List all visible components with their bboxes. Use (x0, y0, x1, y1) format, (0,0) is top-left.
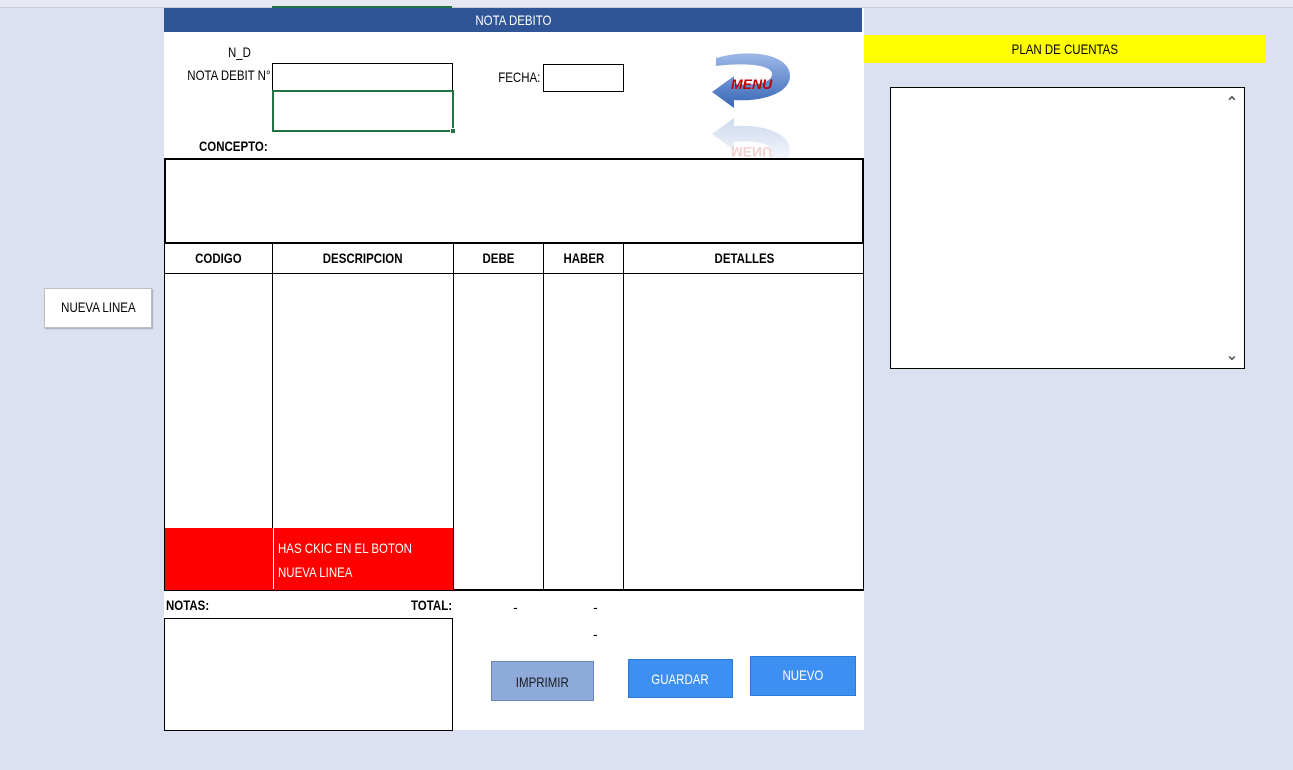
grid-col-separator (453, 244, 454, 590)
nota-debit-number-input[interactable] (272, 63, 453, 91)
plan-de-cuentas-listbox[interactable] (890, 87, 1245, 369)
selected-cell[interactable] (272, 90, 454, 132)
notas-input[interactable] (164, 618, 453, 731)
nota-debit-label: NOTA DEBIT N° (187, 67, 271, 83)
nueva-linea-button[interactable]: NUEVA LINEA (44, 288, 152, 328)
plan-de-cuentas-title: PLAN DE CUENTAS (1011, 41, 1119, 57)
concepto-input[interactable] (164, 158, 864, 244)
col-header-detalles: DETALLES (714, 250, 774, 266)
nuevo-button[interactable]: NUEVO (750, 656, 856, 696)
hint-line-2: NUEVA LINEA (278, 564, 353, 580)
doc-code-label: N_D (228, 44, 251, 60)
menu-label: MENU (731, 76, 773, 92)
difference-value: - (593, 626, 598, 642)
grid-col-separator (623, 244, 624, 590)
col-header-descripcion: DESCRIPCION (323, 250, 403, 266)
grid-col-separator (543, 244, 544, 590)
fecha-input[interactable] (543, 64, 624, 92)
concepto-label: CONCEPTO: (199, 138, 268, 154)
hint-cell (165, 528, 273, 590)
form-title-bar: NOTA DEBITO (164, 8, 862, 32)
hint-message: HAS CKIC EN EL BOTON NUEVA LINEA (274, 528, 453, 590)
notas-label: NOTAS: (166, 597, 210, 613)
fecha-label: FECHA: (497, 69, 540, 85)
fill-handle[interactable] (450, 128, 456, 134)
imprimir-button[interactable]: IMPRIMIR (491, 661, 594, 701)
chevron-down-icon[interactable]: ⌄ (1221, 345, 1243, 365)
sheet-top-edge (0, 0, 1293, 8)
plan-de-cuentas-header: PLAN DE CUENTAS (864, 35, 1266, 63)
hint-line-1: HAS CKIC EN EL BOTON (278, 540, 412, 556)
chevron-up-icon[interactable]: ⌃ (1221, 93, 1243, 113)
col-header-codigo: CODIGO (194, 250, 242, 266)
listbox-scrollbar[interactable]: ⌃ ⌄ (1221, 89, 1243, 367)
col-header-debe: DEBE (482, 250, 515, 266)
col-header-haber: HABER (563, 250, 604, 266)
total-label: TOTAL: (410, 597, 452, 613)
guardar-button[interactable]: GUARDAR (628, 659, 733, 698)
total-debe-value: - (513, 599, 518, 615)
form-title: NOTA DEBITO (474, 12, 552, 28)
total-haber-value: - (593, 599, 598, 615)
